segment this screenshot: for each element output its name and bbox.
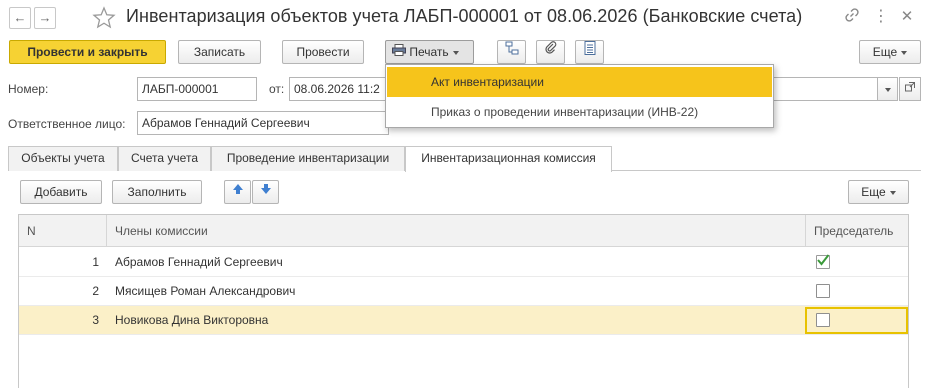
post-button[interactable]: Провести	[282, 40, 364, 64]
organization-dropdown-button[interactable]	[877, 77, 898, 101]
member-name: Абрамов Геннадий Сергеевич	[115, 255, 283, 269]
chevron-down-icon	[901, 50, 908, 55]
arrow-down-icon	[260, 180, 272, 202]
print-button-label: Печать	[409, 45, 449, 59]
table-more-button[interactable]: Еще	[848, 180, 909, 204]
table-row[interactable]: 2 Мясищев Роман Александрович	[19, 277, 908, 306]
column-header-members[interactable]: Члены комиссии	[107, 215, 208, 247]
more-actions-icon[interactable]: ⋮	[871, 7, 891, 27]
row-number: 2	[92, 284, 99, 298]
structure-icon	[505, 40, 519, 62]
checkmark-icon	[817, 254, 830, 266]
add-button[interactable]: Добавить	[20, 180, 102, 204]
move-up-button[interactable]	[224, 180, 251, 204]
arrow-left-icon: ←	[13, 10, 27, 25]
date-label: от:	[269, 82, 285, 96]
fill-button[interactable]: Заполнить	[112, 180, 202, 204]
chevron-down-icon	[889, 190, 896, 195]
organization-open-button[interactable]	[899, 77, 921, 101]
tab-inventory-commission[interactable]: Инвентаризационная комиссия	[405, 146, 612, 172]
row-number: 1	[92, 255, 99, 269]
tab-inventory-conduct[interactable]: Проведение инвентаризации	[211, 146, 405, 171]
table-header: N Члены комиссии Председатель	[19, 215, 908, 247]
print-button[interactable]: Печать	[385, 40, 474, 64]
back-button[interactable]: ←	[9, 7, 31, 29]
printer-icon	[392, 41, 406, 63]
move-down-button[interactable]	[252, 180, 279, 204]
paperclip-icon	[544, 40, 557, 62]
row-number: 3	[92, 313, 99, 327]
more-button[interactable]: Еще	[859, 40, 921, 64]
chevron-down-icon	[452, 50, 459, 55]
more-button-label: Еще	[872, 45, 898, 59]
close-icon[interactable]: ✕	[897, 7, 917, 27]
organization-field[interactable]	[770, 77, 878, 101]
structure-button[interactable]	[497, 40, 526, 64]
commission-table: N Члены комиссии Председатель 1 Абрамов …	[18, 214, 909, 388]
page-title: Инвентаризация объектов учета ЛАБП-00000…	[126, 6, 803, 26]
menu-item-inventory-order[interactable]: Приказ о проведении инвентаризации (ИНВ-…	[387, 97, 772, 127]
open-icon	[905, 77, 915, 99]
chevron-down-icon	[884, 87, 891, 92]
document-list-icon	[584, 40, 596, 62]
menu-item-inventory-act[interactable]: Акт инвентаризации	[387, 67, 772, 97]
chairman-checkbox[interactable]	[816, 313, 830, 327]
responsible-field[interactable]: Абрамов Геннадий Сергеевич	[137, 111, 389, 135]
forward-button[interactable]: →	[34, 7, 56, 29]
table-row[interactable]: 1 Абрамов Геннадий Сергеевич	[19, 248, 908, 277]
chairman-checkbox[interactable]	[816, 284, 830, 298]
arrow-up-icon	[232, 180, 244, 202]
member-name: Новикова Дина Викторовна	[115, 313, 269, 327]
member-name: Мясищев Роман Александрович	[115, 284, 296, 298]
arrow-right-icon: →	[38, 10, 52, 25]
chairman-checkbox[interactable]	[816, 254, 830, 269]
post-and-close-button[interactable]: Провести и закрыть	[9, 40, 166, 64]
save-button[interactable]: Записать	[178, 40, 261, 64]
tab-accounting-objects[interactable]: Объекты учета	[8, 146, 118, 171]
print-menu: Акт инвентаризации Приказ о проведении и…	[385, 64, 774, 128]
number-field[interactable]: ЛАБП-000001	[137, 77, 257, 101]
responsible-label: Ответственное лицо:	[8, 117, 126, 131]
table-row[interactable]: 3 Новикова Дина Викторовна	[19, 306, 908, 335]
report-button[interactable]	[575, 40, 604, 64]
tab-accounts[interactable]: Счета учета	[118, 146, 211, 171]
column-header-chairman[interactable]: Председатель	[806, 215, 893, 247]
favorite-star-icon[interactable]	[92, 6, 116, 30]
link-icon[interactable]	[842, 7, 862, 27]
attachments-button[interactable]	[536, 40, 565, 64]
date-field[interactable]: 08.06.2026 11:2	[289, 77, 389, 101]
column-header-n[interactable]: N	[19, 215, 36, 247]
number-label: Номер:	[8, 82, 49, 96]
table-more-button-label: Еще	[861, 185, 886, 199]
